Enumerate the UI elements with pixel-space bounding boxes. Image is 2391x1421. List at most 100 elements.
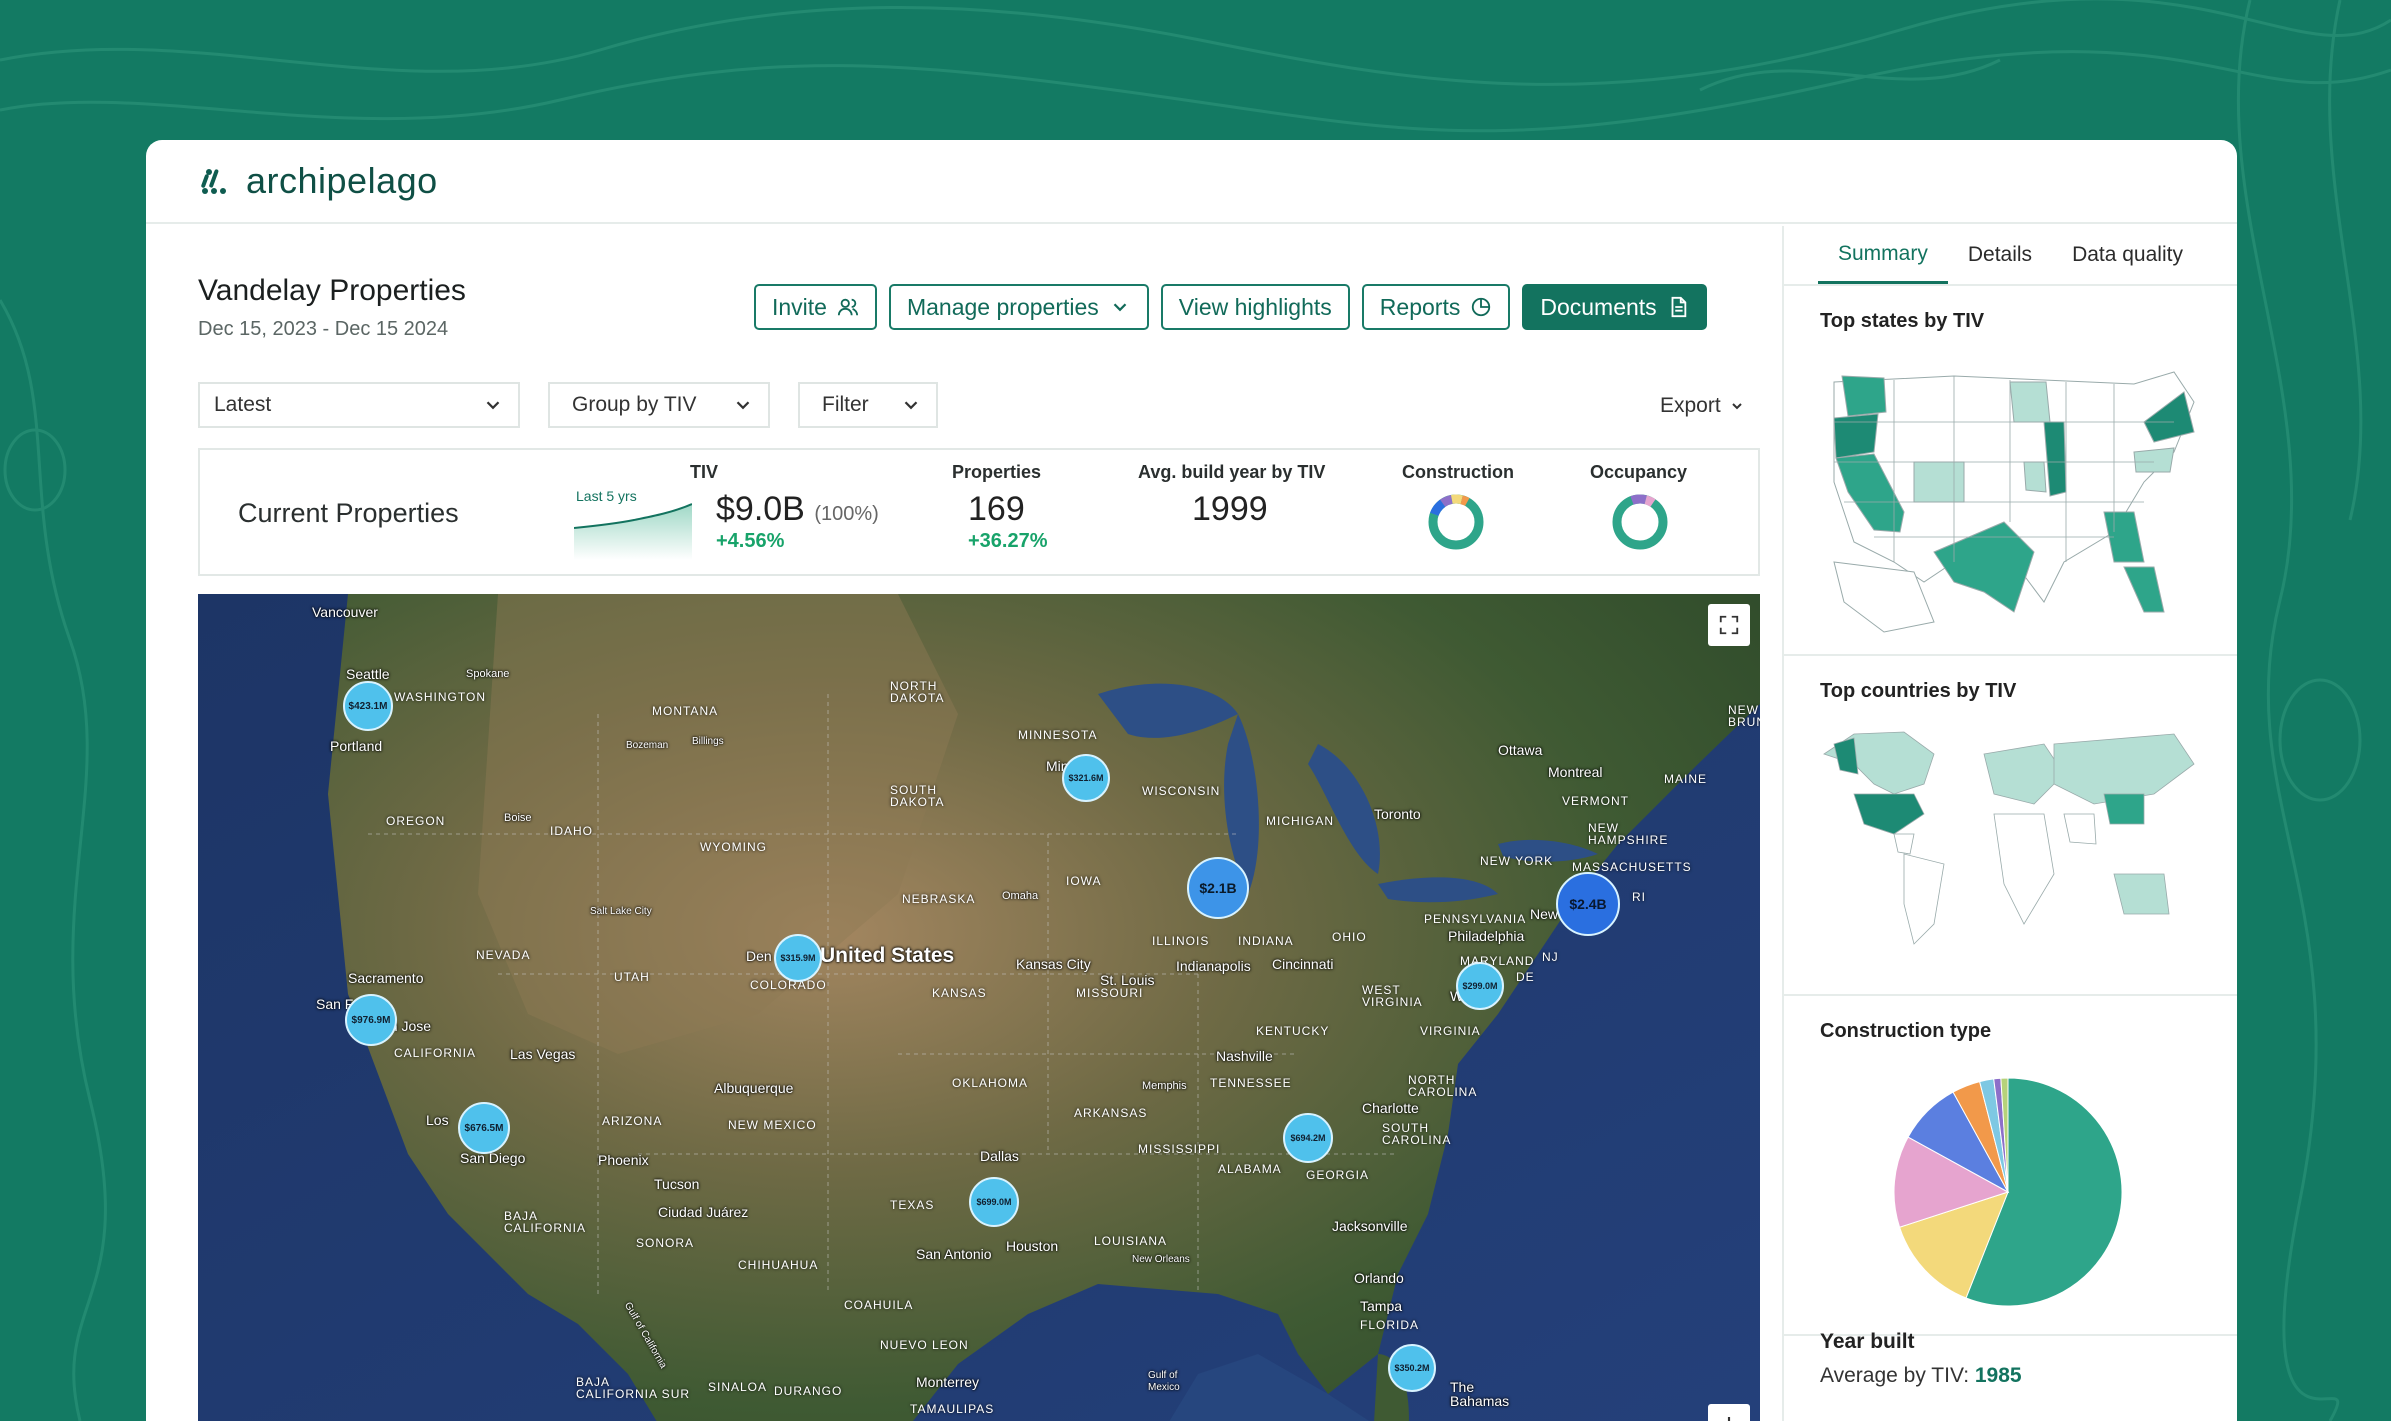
properties-value: 169 [968, 490, 1025, 528]
map-city-label: Houston [1006, 1238, 1059, 1254]
map-city-label: Orlando [1354, 1270, 1404, 1286]
map-state-label: WISCONSIN [1142, 784, 1221, 798]
reports-button[interactable]: Reports [1361, 284, 1511, 330]
map-state-label: KANSAS [932, 986, 987, 1000]
construction-donut [1428, 494, 1484, 550]
documents-button[interactable]: Documents [1522, 284, 1707, 330]
invite-button[interactable]: Invite [754, 284, 877, 330]
build-year-header: Avg. build year by TIV [1138, 462, 1326, 482]
map-city-label: Salt Lake City [590, 906, 652, 917]
map-state-label: GEORGIA [1306, 1168, 1370, 1182]
map-state-label: NUEVO LEON [880, 1338, 969, 1352]
top-states-panel: Top states by TIV [1784, 286, 2237, 656]
snapshot-select[interactable]: Latest [198, 382, 520, 428]
map-cluster-bubble[interactable]: $321.6M [1062, 754, 1110, 802]
map-state-label: NEW BRUNS [1728, 703, 1760, 729]
map-cluster-bubble[interactable]: $976.9M [345, 994, 397, 1046]
map-state-label: NORTH CAROLINA [1408, 1073, 1478, 1099]
map-state-label: ILLINOIS [1152, 934, 1210, 948]
map-state-label: CALIFORNIA [394, 1046, 477, 1060]
map-state-label: RI [1632, 890, 1646, 904]
map-state-label: MISSISSIPPI [1138, 1142, 1221, 1156]
map-cluster-bubble[interactable]: $699.0M [969, 1177, 1019, 1227]
group-by-select[interactable]: Group by TIV [548, 382, 770, 428]
view-highlights-button[interactable]: View highlights [1160, 284, 1350, 330]
archipelago-logo-icon [201, 169, 226, 194]
map-city-label: Tampa [1360, 1298, 1403, 1314]
document-icon [1671, 296, 1686, 318]
property-map[interactable]: Vancouver Seattle Spokane Portland Boise… [198, 594, 1760, 1421]
map-state-label: TEXAS [890, 1198, 935, 1212]
map-city-label: Memphis [1142, 1080, 1187, 1092]
map-country-label: United States [820, 944, 955, 967]
tiv-value-row: $9.0B (100%) [716, 490, 879, 529]
map-city-label: Vancouver [312, 604, 378, 620]
satellite-map-base [198, 594, 1760, 1421]
map-city-label: New Orleans [1132, 1254, 1190, 1265]
map-state-label: VERMONT [1562, 794, 1629, 808]
chevron-down-icon [1113, 303, 1127, 312]
map-state-label: VIRGINIA [1420, 1024, 1481, 1038]
map-city-label: Las Vegas [510, 1046, 576, 1062]
build-year-value: 1999 [1192, 490, 1268, 528]
map-city-label: Nashville [1216, 1048, 1273, 1064]
fullscreen-button[interactable] [1708, 604, 1750, 646]
map-city-label: Cincinnati [1272, 956, 1334, 972]
tab-summary[interactable]: Summary [1818, 226, 1948, 284]
users-icon [837, 298, 859, 316]
map-city-label: Monterrey [916, 1374, 980, 1390]
invite-label: Invite [772, 293, 827, 320]
export-button[interactable]: Export [1660, 394, 1745, 418]
filter-select[interactable]: Filter [798, 382, 938, 428]
year-built-average: Average by TIV: 1985 [1820, 1364, 2022, 1388]
map-city-label: Omaha [1002, 890, 1039, 902]
map-state-label: SOUTH DAKOTA [890, 783, 945, 809]
zoom-in-button[interactable]: + [1708, 1404, 1750, 1421]
map-state-label: IOWA [1066, 874, 1102, 888]
map-state-label: NEW MEXICO [728, 1118, 817, 1132]
documents-label: Documents [1540, 293, 1657, 320]
map-cluster-bubble[interactable]: $2.4B [1556, 872, 1620, 936]
map-state-label: SINALOA [708, 1380, 768, 1394]
map-state-label: COAHUILA [844, 1298, 914, 1312]
export-label: Export [1660, 394, 1721, 417]
map-cluster-bubble[interactable]: $423.1M [343, 681, 393, 731]
map-state-label: WEST VIRGINIA [1362, 983, 1423, 1009]
map-cluster-bubble[interactable]: $676.5M [458, 1102, 510, 1154]
construction-type-title: Construction type [1820, 1020, 1992, 1042]
map-state-label: NEVADA [476, 948, 531, 962]
map-city-label: Billings [692, 736, 724, 747]
tab-data-quality[interactable]: Data quality [2052, 226, 2203, 284]
map-state-label: INDIANA [1238, 934, 1294, 948]
year-built-avg-value: 1985 [1974, 1364, 2022, 1387]
map-state-label: MONTANA [652, 704, 719, 718]
map-state-label: FLORIDA [1360, 1318, 1420, 1332]
map-cluster-bubble[interactable]: $2.1B [1187, 857, 1249, 919]
tab-details[interactable]: Details [1948, 226, 2052, 284]
map-cluster-bubble[interactable]: $315.9M [774, 934, 822, 982]
map-state-label: SOUTH CAROLINA [1382, 1121, 1452, 1147]
tiv-sparkline [574, 503, 692, 560]
map-city-label: Kansas City [1016, 956, 1091, 972]
map-state-label: LOUISIANA [1094, 1234, 1168, 1248]
map-city-label: Spokane [466, 668, 510, 680]
map-city-label: San Antonio [916, 1246, 992, 1262]
map-city-label: Portland [330, 738, 383, 754]
occupancy-donut [1612, 494, 1668, 550]
map-state-label: UTAH [614, 970, 650, 984]
plus-icon: + [1720, 1408, 1738, 1421]
map-cluster-bubble[interactable]: $694.2M [1283, 1113, 1333, 1163]
map-state-label: TAMAULIPAS [910, 1402, 995, 1416]
map-state-label: PENNSYLVANIA [1424, 912, 1527, 926]
map-state-label: WYOMING [700, 840, 767, 854]
map-city-label: Tucson [654, 1176, 700, 1192]
map-cluster-bubble[interactable]: $299.0M [1456, 962, 1504, 1010]
map-state-label: MICHIGAN [1266, 814, 1334, 828]
chevron-down-icon [904, 401, 918, 410]
year-built-title: Year built [1820, 1330, 1915, 1353]
map-state-label: OREGON [386, 814, 446, 828]
top-states-title: Top states by TIV [1820, 310, 1985, 332]
sidebar-tabs: Summary Details Data quality [1784, 226, 2237, 286]
map-cluster-bubble[interactable]: $350.2M [1388, 1344, 1436, 1392]
manage-properties-button[interactable]: Manage properties [888, 284, 1149, 330]
